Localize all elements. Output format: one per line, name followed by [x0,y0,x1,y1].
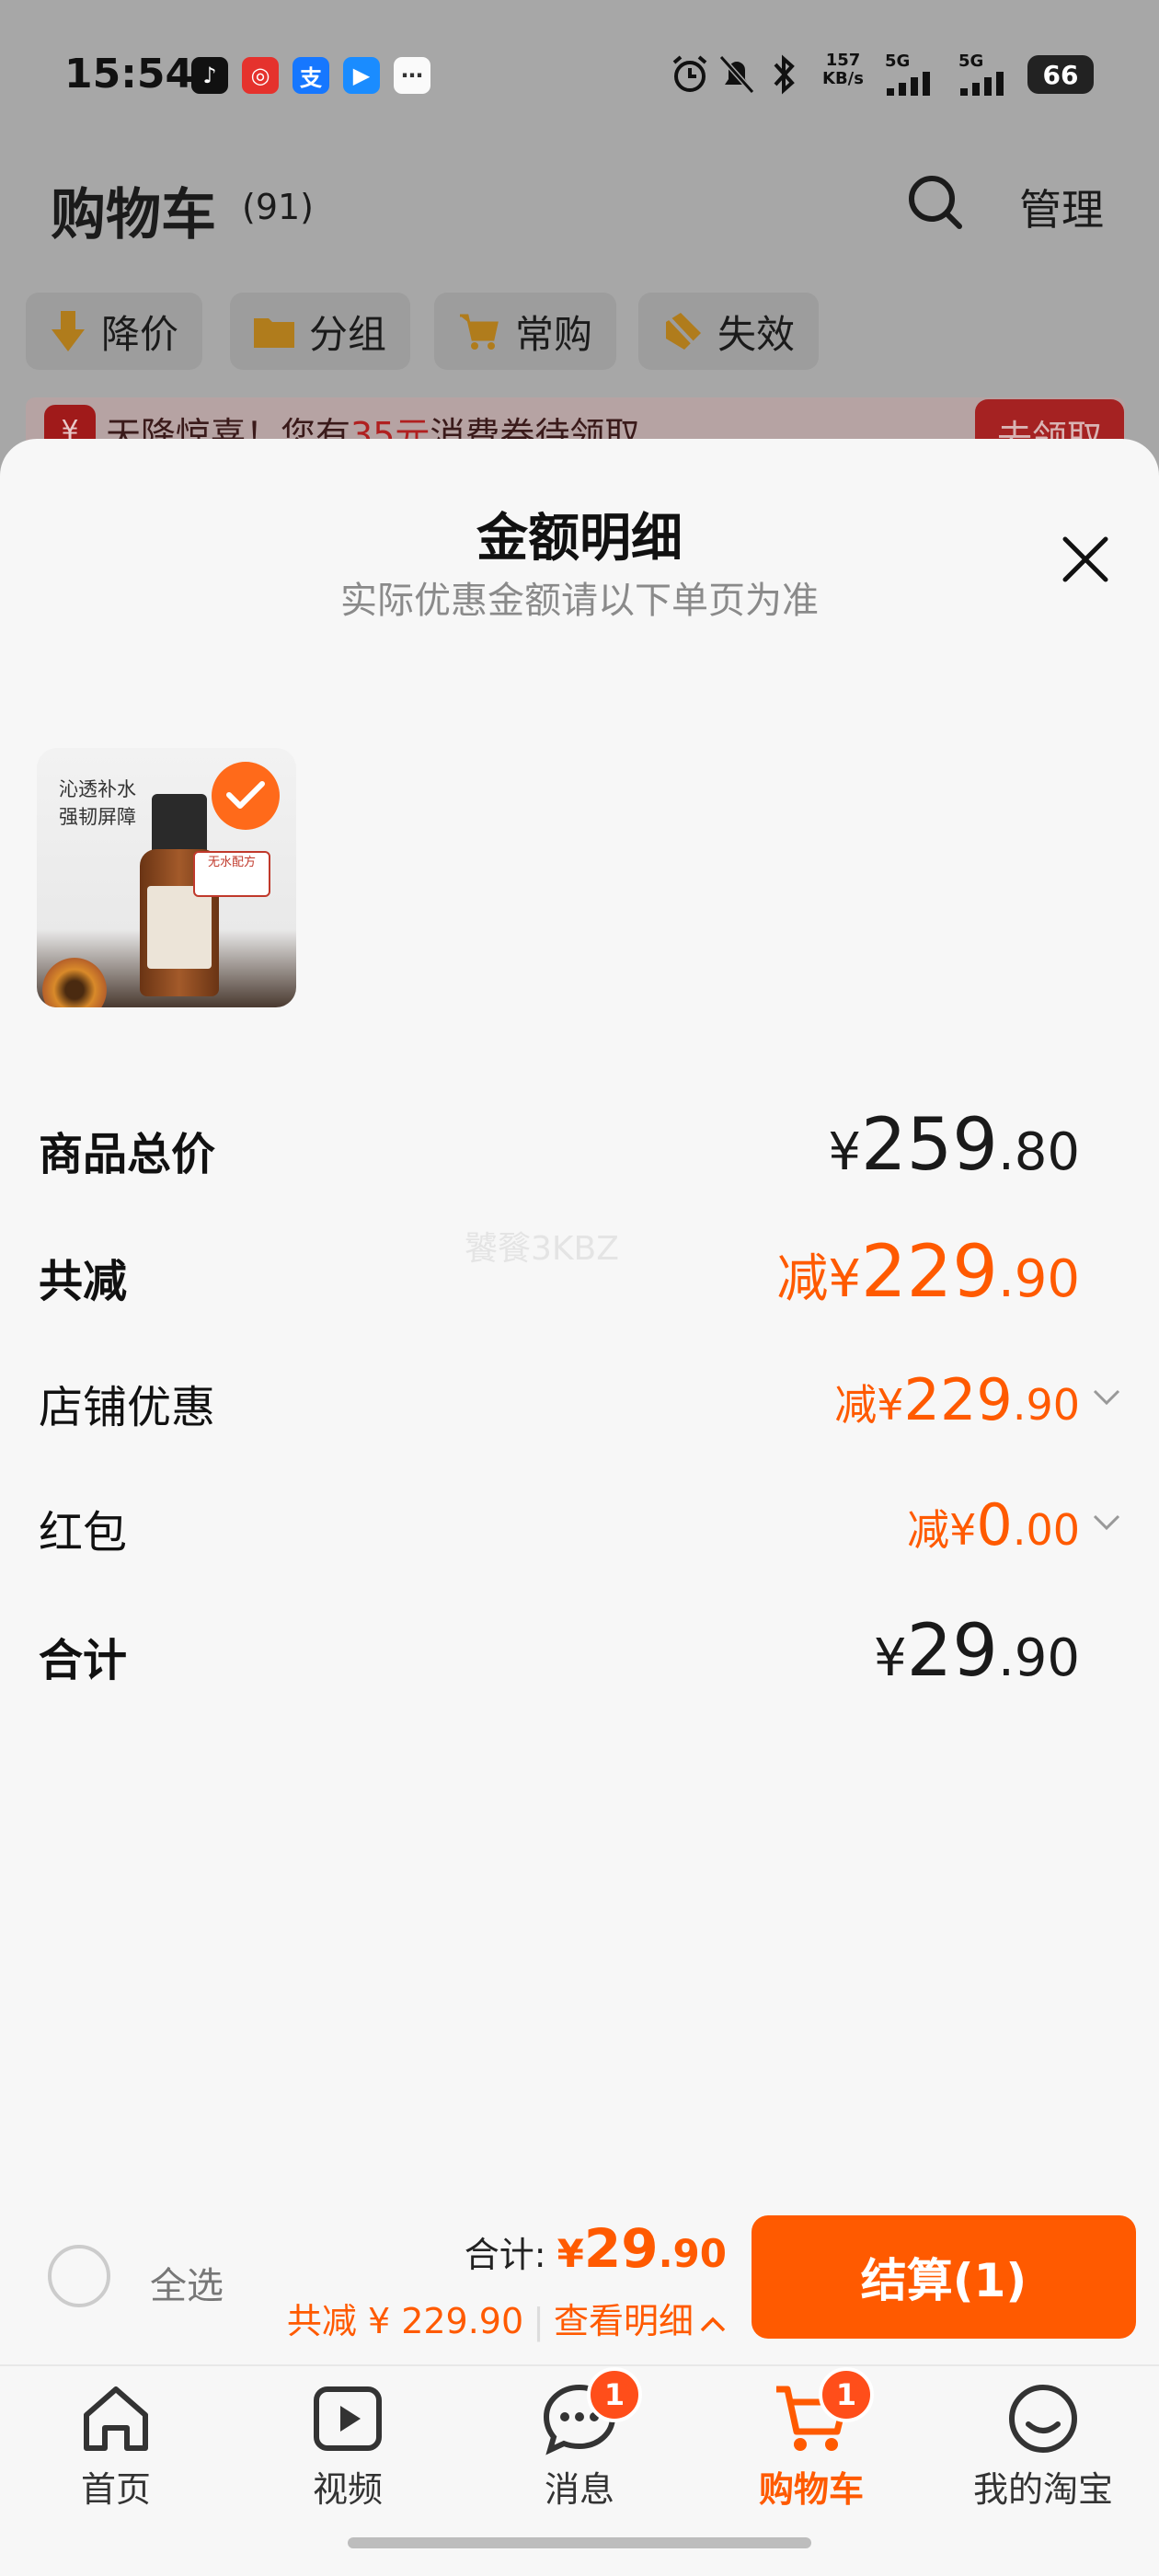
sheet-subtitle: 实际优惠金额请以下单页为准 [340,580,819,622]
cart-badge: 1 [819,2367,874,2422]
alipay-icon: 支 [293,57,329,94]
row-label-total-price: 商品总价 [39,1129,216,1180]
tab-cart[interactable]: 1 购物车 [695,2367,927,2510]
chevron-down-icon[interactable] [1091,1382,1122,1413]
filter-label: 降价 [101,311,179,357]
home-icon [84,2386,148,2451]
netease-music-icon: ◎ [242,57,279,94]
net-speed: 157 KB/s [822,51,864,88]
flower-decoration [42,958,107,1007]
folder-icon [254,318,294,348]
filter-price-drop[interactable]: 降价 [26,293,203,370]
tab-my-taobao[interactable]: 我的淘宝 [927,2369,1159,2510]
bottom-reduce-line: 共减 ¥ 229.90 | 查看明细 [287,2293,727,2343]
signal-icon-1 [887,72,930,96]
battery-indicator: 66 [1027,55,1094,94]
bottom-total: 合计: ¥29.90 [464,2217,727,2280]
manage-button[interactable]: 管理 [1019,177,1104,237]
row-value-store-discount[interactable]: 减¥229.90 [834,1366,1080,1433]
product-badge: 无水配方 [193,851,270,897]
video-player-icon: ▶ [343,57,380,94]
video-icon [314,2386,382,2451]
home-indicator[interactable] [348,2537,811,2548]
expired-icon [666,313,701,350]
filter-label: 分组 [309,311,387,357]
signal-label-1: 5G [885,52,911,71]
filter-expired[interactable]: 失效 [638,293,820,370]
tab-label: 消息 [544,2469,614,2510]
alarm-icon [672,55,707,92]
status-time: 15:54 [64,51,194,98]
row-label-store-discount: 店铺优惠 [39,1382,216,1433]
filter-group[interactable]: 分组 [230,293,411,370]
chevron-down-icon[interactable] [1091,1507,1122,1538]
search-icon[interactable] [906,173,965,232]
watermark: 饕餮3KBZ [465,1230,619,1268]
select-all-label[interactable]: 全选 [150,2256,224,2309]
signal-icon-2 [960,72,1004,96]
message-app-icon: ⋯ [394,57,430,94]
messages-badge: 1 [587,2367,642,2422]
tab-label: 首页 [80,2469,151,2510]
tab-messages[interactable]: 1 消息 [464,2367,695,2510]
select-all-radio[interactable] [48,2245,110,2307]
sheet-title: 金额明细 [476,509,683,569]
price-drop-icon [52,311,85,351]
signal-label-2: 5G [958,52,984,71]
row-value-red-packet[interactable]: 减¥0.00 [907,1491,1080,1558]
bottom-reduce-text: 共减 ¥ 229.90 [286,2301,524,2341]
view-detail-link[interactable]: 查看明细 [554,2301,694,2341]
tab-label: 购物车 [758,2469,864,2510]
row-label-grand-total: 合计 [39,1635,128,1686]
row-value-total-discount: 减¥229.90 [776,1231,1080,1314]
checkout-button[interactable]: 结算(1) [752,2215,1136,2339]
filter-frequent[interactable]: 常购 [434,293,617,370]
page-title: 购物车 [51,183,216,247]
cart-plus-icon [460,314,499,350]
mute-icon [718,54,755,95]
tab-label: 视频 [312,2469,383,2510]
smile-icon [1009,2385,1077,2453]
tab-bar-divider [0,2364,1159,2366]
tab-label: 我的淘宝 [972,2469,1113,2510]
bottle-cap-shape [152,794,207,851]
bluetooth-icon [774,54,795,95]
bottle-label-shape [147,886,212,969]
row-label-total-discount: 共减 [39,1256,128,1307]
cart-count: (91) [242,187,315,227]
row-value-total-price: ¥259.80 [828,1104,1080,1187]
row-value-grand-total: ¥29.90 [874,1610,1080,1693]
selected-check-icon[interactable] [212,762,280,830]
product-image-text: 沁透补水 强韧屏障 [59,778,136,828]
close-icon[interactable] [1058,532,1113,587]
chevron-up-icon[interactable] [699,2314,727,2334]
row-label-red-packet: 红包 [39,1507,128,1558]
tab-video[interactable]: 视频 [232,2369,464,2510]
filter-label: 失效 [717,311,796,357]
filter-label: 常购 [515,311,593,357]
tiktok-icon: ♪ [191,57,228,94]
tab-home[interactable]: 首页 [0,2369,232,2510]
